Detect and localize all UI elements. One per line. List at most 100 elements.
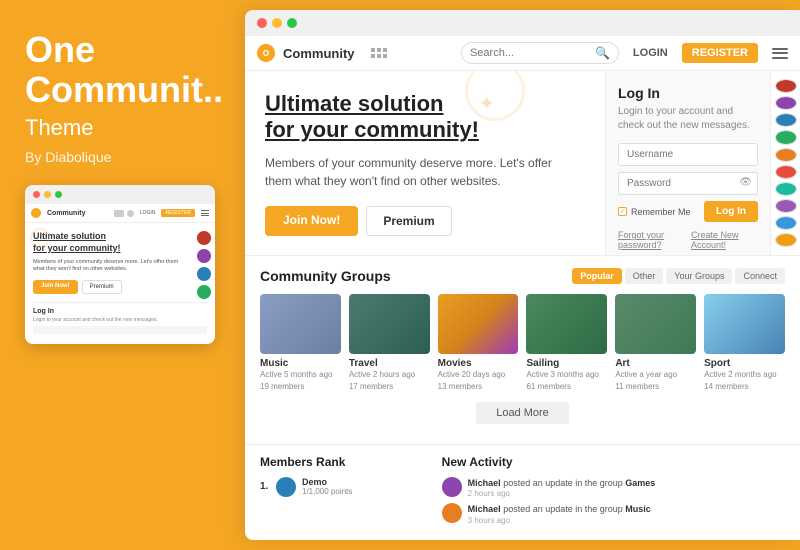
group-name-movies: Movies	[438, 358, 519, 369]
group-name-travel: Travel	[349, 358, 430, 369]
filter-tab-connect[interactable]: Connect	[735, 268, 785, 284]
search-icon: 🔍	[595, 46, 610, 60]
create-account-link[interactable]: Create New Account!	[691, 230, 758, 250]
groups-header: Community Groups Popular Other Your Grou…	[260, 268, 785, 284]
bottom-sections: Members Rank 1. Demo 1/1,000 points New …	[245, 444, 800, 540]
rank-points-1: 1/1,000 points	[302, 487, 352, 496]
activity-item-1: Michael posted an update in the group Ga…	[442, 477, 785, 499]
mini-logo-text: Community	[47, 210, 86, 217]
load-more-row: Load More	[260, 402, 785, 424]
remember-label: Remember Me	[631, 207, 691, 217]
tl-dot-green	[287, 18, 297, 28]
forgot-password-link[interactable]: Forgot your password?	[618, 230, 691, 250]
mini-dot-green	[55, 191, 62, 198]
activity-content-2: Michael posted an update in the group Mu…	[468, 503, 651, 525]
activity-avatar-2	[442, 503, 462, 523]
members-rank-title: Members Rank	[260, 455, 432, 469]
activity-avatar-1	[442, 477, 462, 497]
mini-join-btn[interactable]: Join Now!	[33, 280, 78, 294]
group-name-art: Art	[615, 358, 696, 369]
group-image-sport	[704, 294, 785, 354]
main-content: ✦ Ultimate solution for your community! …	[245, 71, 800, 255]
group-meta-travel: Active 2 hours ago17 members	[349, 369, 430, 391]
mini-navbar: Community LOGIN REGISTER	[25, 204, 215, 223]
mini-login-section: Log In Login to your account and check o…	[33, 302, 207, 334]
rank-info-1: Demo 1/1,000 points	[302, 477, 352, 496]
group-card-music[interactable]: Music Active 5 months ago19 members	[260, 294, 341, 391]
avatar-7	[775, 182, 797, 196]
activity-time-1: 2 hours ago	[468, 489, 656, 498]
password-input[interactable]	[618, 172, 758, 195]
right-panel: O Community 🔍 LOGIN REGISTER	[245, 10, 800, 540]
activity-text-2: Michael posted an update in the group Mu…	[468, 503, 651, 516]
group-meta-music: Active 5 months ago19 members	[260, 369, 341, 391]
tl-dot-yellow	[272, 18, 282, 28]
group-card-art[interactable]: Art Active a year ago11 members	[615, 294, 696, 391]
avatar-8	[775, 199, 797, 213]
group-card-sport[interactable]: Sport Active 2 months ago14 members	[704, 294, 785, 391]
groups-grid: Music Active 5 months ago19 members Trav…	[260, 294, 785, 391]
group-card-travel[interactable]: Travel Active 2 hours ago17 members	[349, 294, 430, 391]
mini-search-icon	[127, 210, 134, 217]
mini-avatar	[197, 267, 211, 281]
eye-icon: 👁	[739, 177, 752, 188]
mini-hero-text: Members of your community deserve more. …	[33, 259, 207, 274]
mini-grid-icon	[114, 210, 124, 217]
mini-body: Ultimate solutionfor your community! Mem…	[25, 223, 215, 344]
group-name-music: Music	[260, 358, 341, 369]
group-image-music	[260, 294, 341, 354]
traffic-lights	[245, 10, 800, 36]
group-meta-movies: Active 20 days ago13 members	[438, 369, 519, 391]
filter-tabs: Popular Other Your Groups Connect	[572, 268, 785, 284]
group-card-sailing[interactable]: Sailing Active 3 months ago61 members	[526, 294, 607, 391]
avatar-4	[775, 130, 797, 144]
hero-section: ✦ Ultimate solution for your community! …	[245, 71, 605, 255]
left-by: By Diabolique	[25, 149, 220, 165]
password-wrap: 👁	[618, 172, 758, 201]
rank-number-1: 1.	[260, 481, 270, 492]
search-input[interactable]	[470, 47, 590, 59]
groups-title: Community Groups	[260, 268, 391, 284]
nav-login-btn[interactable]: LOGIN	[627, 47, 674, 59]
login-submit-btn[interactable]: Log In	[704, 201, 758, 222]
login-sidebar: Log In Login to your account and check o…	[605, 71, 770, 255]
mini-hero-title: Ultimate solutionfor your community!	[33, 231, 207, 254]
mini-traffic-lights	[25, 185, 215, 204]
mini-avatar	[197, 231, 211, 245]
group-image-movies	[438, 294, 519, 354]
remember-checkbox[interactable]	[618, 207, 627, 216]
logo-text: Community	[283, 46, 355, 61]
avatar-2	[775, 96, 797, 110]
premium-button[interactable]: Premium	[366, 206, 451, 236]
left-title: One Communit..	[25, 30, 220, 109]
filter-tab-popular[interactable]: Popular	[572, 268, 622, 284]
mini-login-btn: LOGIN	[137, 209, 159, 217]
remember-left: Remember Me	[618, 207, 691, 217]
load-more-btn[interactable]: Load More	[476, 402, 569, 424]
join-now-button[interactable]: Join Now!	[265, 206, 358, 236]
filter-tab-your-groups[interactable]: Your Groups	[666, 268, 732, 284]
mini-premium-btn[interactable]: Premium	[82, 280, 122, 294]
avatar-1	[775, 79, 797, 93]
activity-item-2: Michael posted an update in the group Mu…	[442, 503, 785, 525]
hamburger-icon[interactable]	[772, 48, 788, 59]
activity-content-1: Michael posted an update in the group Ga…	[468, 477, 656, 499]
filter-tab-other[interactable]: Other	[625, 268, 664, 284]
left-panel: One Communit.. Theme By Diabolique Commu…	[0, 0, 245, 550]
group-card-movies[interactable]: Movies Active 20 days ago13 members	[438, 294, 519, 391]
mini-avatar	[197, 249, 211, 263]
grid-icon[interactable]	[371, 48, 387, 58]
username-input[interactable]	[618, 143, 758, 166]
mini-dot-yellow	[44, 191, 51, 198]
navbar: O Community 🔍 LOGIN REGISTER	[245, 36, 800, 71]
avatars-column	[770, 71, 800, 255]
activity-text-1: Michael posted an update in the group Ga…	[468, 477, 656, 490]
hero-buttons: Join Now! Premium	[265, 206, 585, 236]
search-bar[interactable]: 🔍	[461, 42, 619, 64]
rank-avatar-1	[276, 477, 296, 497]
nav-register-btn[interactable]: REGISTER	[682, 43, 758, 63]
login-title: Log In	[618, 85, 758, 101]
login-links: Forgot your password? Create New Account…	[618, 230, 758, 250]
mini-avatars	[197, 231, 211, 301]
mini-username-input[interactable]	[33, 326, 207, 334]
